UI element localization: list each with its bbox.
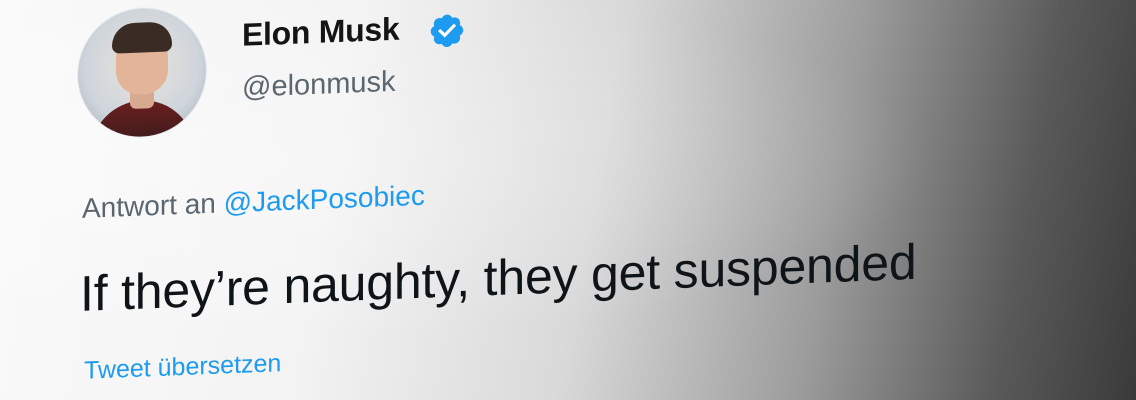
avatar-hair [112, 21, 172, 54]
reply-mention-link[interactable]: @JackPosobiec [224, 180, 425, 219]
verified-badge-icon [430, 14, 464, 48]
tweet-text: If they’re naughty, they get suspended [80, 233, 917, 322]
author-handle[interactable]: @elonmusk [242, 66, 396, 105]
author-avatar[interactable] [78, 6, 206, 140]
reply-prefix: Antwort an [82, 187, 216, 224]
tweet-card: Elon Musk @elonmusk Antwort an @JackPoso… [0, 0, 1136, 400]
author-name[interactable]: Elon Musk [242, 11, 399, 54]
screenshot-stage: Elon Musk @elonmusk Antwort an @JackPoso… [0, 0, 1136, 400]
reply-context: Antwort an @JackPosobiec [82, 180, 425, 225]
translate-tweet-link[interactable]: Tweet übersetzen [84, 349, 281, 386]
